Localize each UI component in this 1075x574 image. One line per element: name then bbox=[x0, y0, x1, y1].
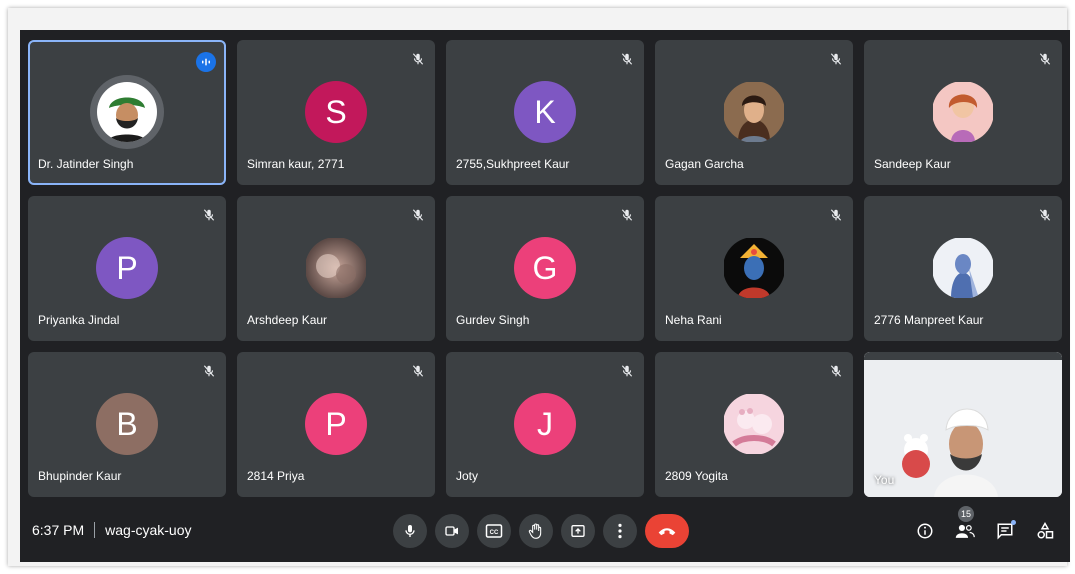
mic-off-icon bbox=[1038, 208, 1052, 222]
participant-tile[interactable]: S Simran kaur, 2771 bbox=[237, 40, 435, 185]
chat-button[interactable] bbox=[994, 520, 1016, 542]
people-icon bbox=[955, 524, 975, 538]
mic-off-icon bbox=[202, 364, 216, 378]
participant-tile[interactable]: 2809 Yogita bbox=[655, 352, 853, 497]
participant-name: Neha Rani bbox=[665, 313, 722, 327]
avatar bbox=[932, 81, 994, 143]
avatar: P bbox=[305, 393, 367, 455]
meeting-info: 6:37 PM wag-cyak-uoy bbox=[32, 522, 192, 538]
avatar-initial: P bbox=[116, 249, 138, 286]
avatar-initial: S bbox=[325, 93, 347, 130]
side-panel-buttons: 15 bbox=[914, 506, 1056, 542]
mic-button[interactable] bbox=[393, 514, 427, 548]
avatar bbox=[723, 81, 785, 143]
avatar-initial: B bbox=[116, 405, 138, 442]
participant-name: Priyanka Jindal bbox=[38, 313, 120, 327]
participant-tile[interactable]: G Gurdev Singh bbox=[446, 196, 644, 341]
mic-off-icon bbox=[620, 52, 634, 66]
participant-name: Gagan Garcha bbox=[665, 157, 744, 171]
audio-wave-icon bbox=[196, 52, 216, 72]
participant-name: Arshdeep Kaur bbox=[247, 313, 328, 327]
captions-button[interactable]: CC bbox=[477, 514, 511, 548]
mic-off-icon bbox=[620, 364, 634, 378]
present-button[interactable] bbox=[561, 514, 595, 548]
participant-name: Gurdev Singh bbox=[456, 313, 530, 327]
avatar bbox=[305, 237, 367, 299]
avatar: J bbox=[514, 393, 576, 455]
meeting-code: wag-cyak-uoy bbox=[105, 522, 192, 538]
chat-notification-dot bbox=[1011, 520, 1016, 525]
mic-off-icon bbox=[620, 208, 634, 222]
people-count-badge: 15 bbox=[958, 506, 974, 522]
camera-icon bbox=[445, 526, 458, 536]
avatar: K bbox=[514, 81, 576, 143]
more-options-button[interactable] bbox=[603, 514, 637, 548]
participant-name: Simran kaur, 2771 bbox=[247, 157, 345, 171]
participant-tile[interactable]: B Bhupinder Kaur bbox=[28, 352, 226, 497]
avatar: S bbox=[305, 81, 367, 143]
avatar: G bbox=[514, 237, 576, 299]
mic-off-icon bbox=[1038, 52, 1052, 66]
mic-off-icon bbox=[829, 364, 843, 378]
participant-name: 2755,Sukhpreet Kaur bbox=[456, 157, 570, 171]
participant-name: 2814 Priya bbox=[247, 469, 305, 483]
participant-name: Dr. Jatinder Singh bbox=[38, 157, 134, 171]
participant-tile[interactable]: K 2755,Sukhpreet Kaur bbox=[446, 40, 644, 185]
meet-window: Dr. Jatinder Singh S Simran kaur, 2771 K 275… bbox=[20, 30, 1070, 562]
captions-icon: CC bbox=[485, 524, 503, 538]
avatar-initial: P bbox=[325, 405, 347, 442]
self-view-tile[interactable]: You bbox=[864, 352, 1062, 497]
avatar bbox=[90, 75, 164, 149]
avatar-initial: J bbox=[537, 405, 553, 442]
participant-tile[interactable]: Gagan Garcha bbox=[655, 40, 853, 185]
participant-tile[interactable]: Sandeep Kaur bbox=[864, 40, 1062, 185]
participant-name: Sandeep Kaur bbox=[874, 157, 951, 171]
avatar: P bbox=[96, 237, 158, 299]
avatar-initial: G bbox=[532, 249, 558, 286]
call-controls: CC bbox=[393, 514, 689, 548]
end-call-icon bbox=[658, 528, 676, 536]
participant-tile[interactable]: P Priyanka Jindal bbox=[28, 196, 226, 341]
meeting-details-button[interactable] bbox=[914, 520, 936, 542]
participant-grid: Dr. Jatinder Singh S Simran kaur, 2771 K 275… bbox=[28, 40, 1062, 497]
bottom-bar: 6:37 PM wag-cyak-uoy CC 15 bbox=[20, 502, 1070, 562]
activities-icon bbox=[1037, 522, 1054, 539]
mic-off-icon bbox=[411, 52, 425, 66]
self-label: You bbox=[874, 473, 895, 487]
avatar bbox=[932, 237, 994, 299]
present-icon bbox=[571, 525, 585, 537]
mic-icon bbox=[405, 525, 415, 537]
participant-name: 2776 Manpreet Kaur bbox=[874, 313, 984, 327]
mic-off-icon bbox=[829, 52, 843, 66]
participant-tile[interactable]: P 2814 Priya bbox=[237, 352, 435, 497]
raise-hand-icon bbox=[528, 523, 542, 539]
participant-tile[interactable]: Dr. Jatinder Singh bbox=[28, 40, 226, 185]
camera-button[interactable] bbox=[435, 514, 469, 548]
raise-hand-button[interactable] bbox=[519, 514, 553, 548]
more-icon bbox=[618, 523, 622, 539]
activities-button[interactable] bbox=[1034, 520, 1056, 542]
mic-off-icon bbox=[829, 208, 843, 222]
end-call-button[interactable] bbox=[645, 514, 689, 548]
mic-off-icon bbox=[411, 364, 425, 378]
svg-text:CC: CC bbox=[490, 530, 499, 536]
mic-off-icon bbox=[411, 208, 425, 222]
participant-name: Joty bbox=[456, 469, 479, 483]
participant-tile[interactable]: Arshdeep Kaur bbox=[237, 196, 435, 341]
people-button[interactable]: 15 bbox=[954, 506, 976, 542]
participant-tile[interactable]: J Joty bbox=[446, 352, 644, 497]
avatar-initial: K bbox=[534, 93, 556, 130]
participant-tile[interactable]: Neha Rani bbox=[655, 196, 853, 341]
mic-off-icon bbox=[202, 208, 216, 222]
avatar: B bbox=[96, 393, 158, 455]
participant-tile[interactable]: 2776 Manpreet Kaur bbox=[864, 196, 1062, 341]
avatar bbox=[723, 393, 785, 455]
clock-time: 6:37 PM bbox=[32, 522, 85, 538]
avatar bbox=[723, 237, 785, 299]
info-icon bbox=[917, 523, 933, 539]
participant-name: Bhupinder Kaur bbox=[38, 469, 122, 483]
participant-name: 2809 Yogita bbox=[665, 469, 728, 483]
divider bbox=[94, 522, 96, 538]
